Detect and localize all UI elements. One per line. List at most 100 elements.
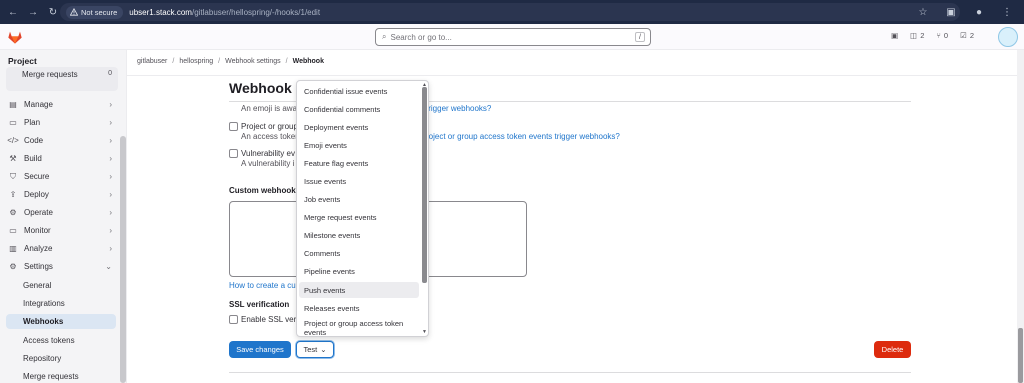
project-token-events-description: An access toker	[241, 132, 298, 141]
code-icon: </>	[7, 136, 19, 145]
chevron-right-icon: ›	[109, 226, 112, 235]
breadcrumb-item[interactable]: Webhook settings	[225, 58, 281, 65]
operate-icon: ⚙	[9, 208, 17, 217]
scroll-down-icon[interactable]: ▼	[422, 329, 427, 335]
sidebar-item-integrations[interactable]: Integrations	[6, 296, 116, 311]
dropdown-item-releases-events[interactable]: Releases events	[299, 300, 419, 316]
page-scrollbar-thumb[interactable]	[1018, 328, 1023, 383]
sidebar-item-access-tokens[interactable]: Access tokens	[6, 333, 116, 348]
back-icon[interactable]: ←	[6, 5, 20, 19]
test-dropdown-button[interactable]: Test ⌄	[296, 341, 334, 358]
dropdown-item-deployment-events[interactable]: Deployment events	[299, 119, 419, 135]
sidebar-item-merge-requests-top[interactable]: Merge requests 0	[6, 67, 118, 91]
dropdown-item-feature-flag-events[interactable]: Feature flag events	[299, 155, 419, 171]
emoji-events-help-link[interactable]: trigger webhooks?	[426, 104, 491, 113]
sidebar-project-label: Project	[8, 56, 37, 66]
sidebar-item-label: Plan	[24, 118, 41, 127]
dropdown-item-push-events[interactable]: Push events	[299, 282, 419, 298]
extensions-icon[interactable]: ▣	[944, 5, 958, 19]
sidebar-item-count: 0	[108, 70, 112, 77]
sidebar-item-build[interactable]: ⚒ Build ›	[6, 151, 118, 166]
user-avatar[interactable]	[998, 27, 1018, 47]
dropdown-item-confidential-issue-events[interactable]: Confidential issue events	[299, 83, 419, 99]
vulnerability-events-checkbox[interactable]	[229, 149, 238, 158]
breadcrumb-current[interactable]: Webhook	[293, 58, 324, 65]
url-path: /gitlabuser/hellospring/-/hooks/1/edit	[191, 7, 321, 17]
issues-icon: ◫	[910, 31, 918, 40]
sidebar-item-repository[interactable]: Repository	[6, 351, 116, 366]
issues-count: 2	[920, 31, 925, 40]
custom-template-label: Custom webhook t	[229, 186, 301, 195]
sidebar-toggle-icon[interactable]: ▣	[891, 31, 898, 40]
project-token-events-help-link[interactable]: roject or group access token events trig…	[426, 132, 620, 141]
dropdown-item-issue-events[interactable]: Issue events	[299, 173, 419, 189]
issues-counter[interactable]: ◫ 2	[910, 31, 924, 40]
delete-button[interactable]: Delete	[874, 341, 911, 358]
browser-toolbar: ← → ↻ Not secure ubser1.stack.com/gitlab…	[0, 0, 1024, 24]
sidebar-item-settings[interactable]: ⚙ Settings ⌄	[6, 259, 118, 274]
analyze-icon: ▥	[9, 244, 17, 253]
test-button-label: Test	[303, 345, 318, 354]
sidebar-item-monitor[interactable]: ▭ Monitor ›	[6, 223, 118, 238]
dropdown-item-pipeline-events[interactable]: Pipeline events	[299, 263, 419, 279]
sidebar-item-code[interactable]: </> Code ›	[6, 133, 118, 148]
sidebar-item-manage[interactable]: ▤ Manage ›	[6, 97, 118, 112]
merge-request-icon: ⑂	[936, 31, 941, 40]
dropdown-item-job-events[interactable]: Job events	[299, 191, 419, 207]
sidebar-item-deploy[interactable]: ⇪ Deploy ›	[6, 187, 118, 202]
sidebar-item-plan[interactable]: ▭ Plan ›	[6, 115, 118, 130]
page-title: Webhook	[229, 80, 292, 96]
dropdown-item-access-token-events[interactable]: Project or group access token events	[299, 318, 419, 336]
sidebar-item-operate[interactable]: ⚙ Operate ›	[6, 205, 118, 220]
sidebar-item-general[interactable]: General	[6, 278, 116, 293]
project-token-events-checkbox[interactable]	[229, 122, 238, 131]
profile-icon[interactable]: ●	[972, 5, 986, 19]
gitlab-logo-icon[interactable]	[7, 29, 23, 45]
breadcrumb-separator: /	[172, 58, 175, 65]
sidebar-scrollbar[interactable]	[120, 136, 126, 383]
footer-divider	[229, 372, 911, 373]
ssl-verification-checkbox[interactable]	[229, 315, 238, 324]
plan-icon: ▭	[9, 118, 17, 127]
sidebar-item-secure[interactable]: ⛉ Secure ›	[6, 169, 118, 184]
breadcrumb-item[interactable]: hellospring	[179, 58, 213, 65]
url-text[interactable]: ubser1.stack.com/gitlabuser/hellospring/…	[129, 8, 320, 17]
dropdown-item-emoji-events[interactable]: Emoji events	[299, 137, 419, 153]
chevron-right-icon: ›	[109, 244, 112, 253]
not-secure-badge[interactable]: Not secure	[66, 5, 124, 19]
breadcrumb: gitlabuser / hellospring / Webhook setting…	[137, 58, 324, 65]
sidebar-item-analyze[interactable]: ▥ Analyze ›	[6, 241, 118, 256]
how-to-create-template-link[interactable]: How to create a cu	[229, 281, 296, 290]
sidebar-item-merge-requests[interactable]: Merge requests	[6, 369, 116, 383]
vulnerability-events-label: Vulnerability ev	[241, 149, 295, 158]
dropdown-item-milestone-events[interactable]: Milestone events	[299, 227, 419, 243]
sidebar-item-label: Monitor	[24, 226, 51, 235]
reload-icon[interactable]: ↻	[46, 5, 60, 19]
forward-icon[interactable]: →	[26, 5, 40, 19]
breadcrumb-item[interactable]: gitlabuser	[137, 58, 167, 65]
monitor-icon: ▭	[9, 226, 17, 235]
sidebar-item-label: Analyze	[24, 244, 53, 253]
sidebar-item-label: Deploy	[24, 190, 49, 199]
mr-count: 0	[943, 31, 949, 40]
dropdown-item-confidential-comments[interactable]: Confidential comments	[299, 101, 419, 117]
merge-requests-counter[interactable]: ⑂ 0	[936, 31, 948, 40]
dropdown-item-merge-request-events[interactable]: Merge request events	[299, 209, 419, 225]
chevron-right-icon: ›	[109, 208, 112, 217]
dropdown-item-comments[interactable]: Comments	[299, 245, 419, 261]
search-input[interactable]: ⌕ Search or go to... /	[375, 28, 651, 46]
dropdown-scrollbar[interactable]	[422, 87, 427, 283]
bookmark-star-icon[interactable]: ☆	[916, 5, 930, 19]
todos-counter[interactable]: ☑ 2	[960, 31, 974, 40]
sidebar-item-webhooks[interactable]: Webhooks	[6, 314, 116, 329]
page-scrollbar[interactable]	[1017, 50, 1024, 383]
gitlab-topbar: ⌕ Search or go to... / ▣ ◫ 2 ⑂ 0 ☑ 2	[0, 24, 1024, 50]
test-events-dropdown: Confidential issue events Confidential c…	[296, 80, 429, 337]
breadcrumb-separator: /	[285, 58, 288, 65]
ssl-verification-checkbox-label: Enable SSL veri	[241, 315, 299, 324]
sidebar-item-label: Manage	[24, 100, 53, 109]
menu-dots-icon[interactable]: ⋮	[1000, 5, 1014, 19]
save-changes-button[interactable]: Save changes	[229, 341, 291, 358]
chevron-right-icon: ›	[109, 100, 112, 109]
address-bar[interactable]: Not secure ubser1.stack.com/gitlabuser/h…	[60, 3, 960, 21]
